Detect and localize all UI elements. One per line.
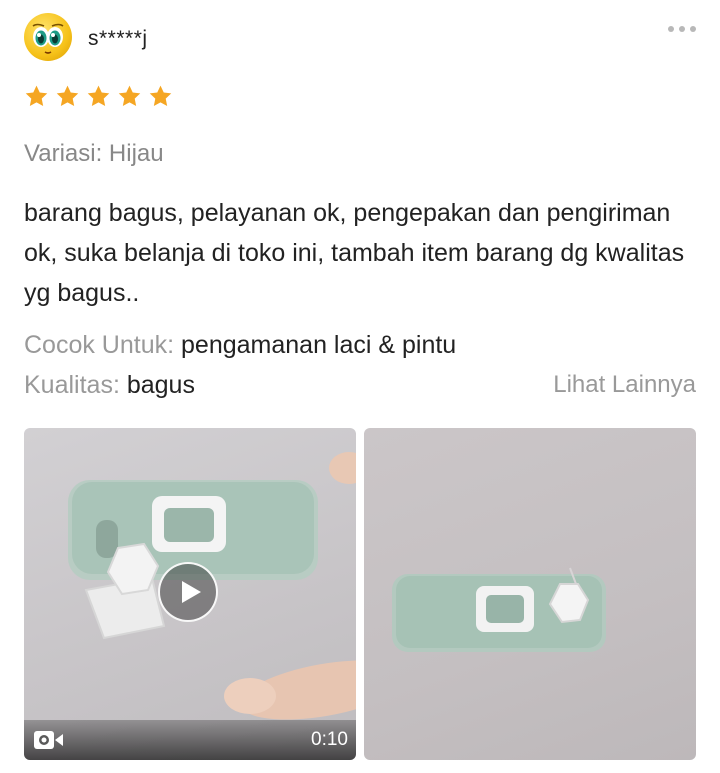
attribute-row: Kualitas: bagus <box>24 371 195 400</box>
star-icon <box>87 85 110 106</box>
video-camera-icon <box>34 731 63 749</box>
reviewer-name: s*****j <box>88 27 148 50</box>
video-duration: 0:10 <box>311 729 348 750</box>
star-icon <box>118 85 141 106</box>
avatar-face-icon <box>32 23 64 54</box>
video-info-bar: 0:10 <box>24 720 356 760</box>
review-header: s*****j <box>24 13 696 63</box>
review-photo-thumbnail[interactable] <box>364 428 696 760</box>
variation-label: Variasi: Hijau <box>24 140 164 167</box>
play-icon[interactable] <box>158 562 218 622</box>
attribute-label: Kualitas: <box>24 371 120 399</box>
star-icon <box>149 85 172 106</box>
attribute-value: bagus <box>126 371 195 399</box>
review-text: barang bagus, pelayanan ok, pengepakan d… <box>24 199 685 307</box>
attribute-row: Cocok Untuk: pengamanan laci & pintu <box>24 331 456 360</box>
review-video-thumbnail[interactable]: 0:10 <box>24 428 356 760</box>
photo-image <box>392 567 606 652</box>
avatar[interactable] <box>24 13 72 61</box>
attribute-label: Cocok Untuk: <box>24 331 175 359</box>
star-icon <box>25 85 48 106</box>
rating-stars <box>24 84 173 109</box>
star-icon <box>56 85 79 106</box>
more-options-icon[interactable] <box>660 19 696 39</box>
attribute-value: pengamanan laci & pintu <box>181 331 457 359</box>
see-more-link[interactable]: Lihat Lainnya <box>553 371 696 399</box>
